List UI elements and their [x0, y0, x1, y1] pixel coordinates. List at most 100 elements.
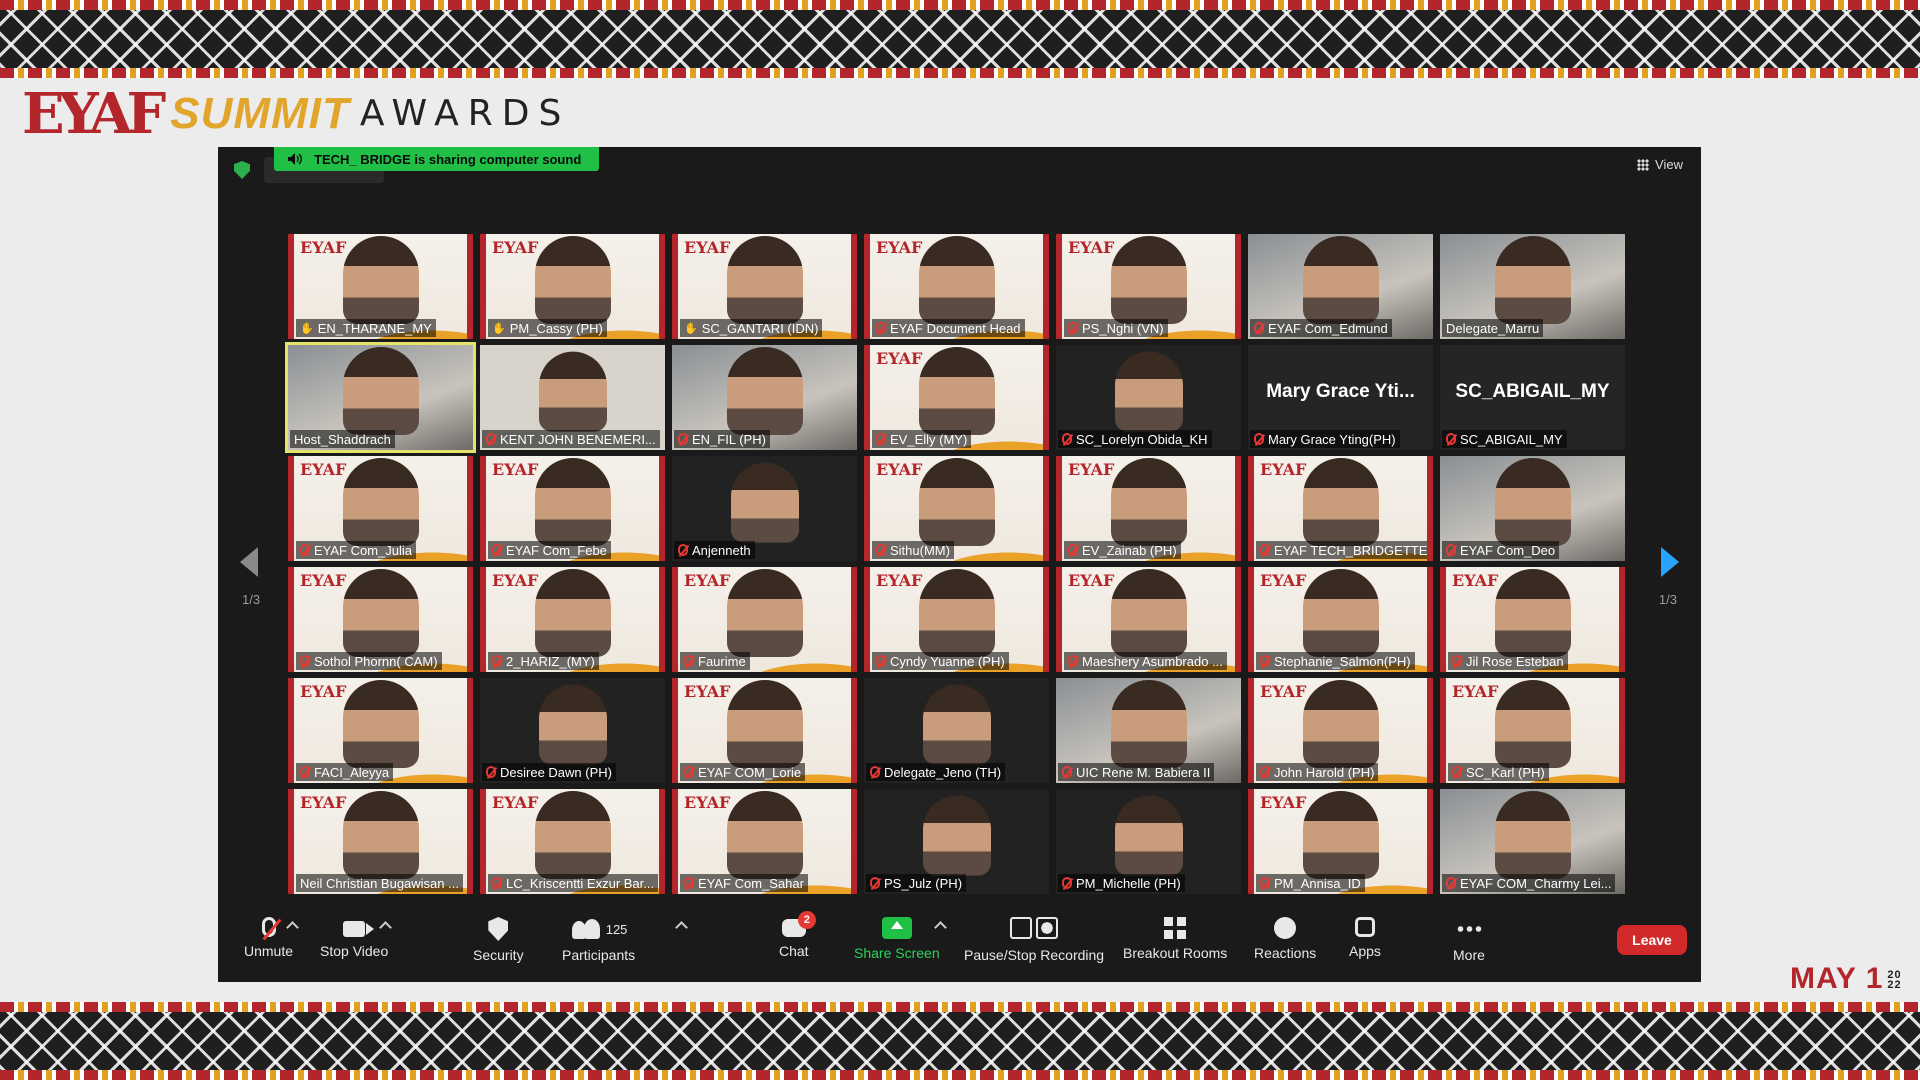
- security-button[interactable]: Security: [473, 917, 524, 963]
- participant-tile[interactable]: Maeshery Asumbrado ...: [1056, 567, 1241, 672]
- participant-tile[interactable]: Mary Grace Yti... Mary Grace Yting(PH): [1248, 345, 1433, 450]
- apps-button[interactable]: Apps: [1349, 917, 1381, 959]
- participant-tile[interactable]: SC_Lorelyn Obida_KH: [1056, 345, 1241, 450]
- previous-page-arrow-icon[interactable]: [240, 547, 258, 577]
- participant-name: Delegate_Marru: [1446, 320, 1540, 336]
- participant-video: [342, 679, 419, 768]
- participant-tile[interactable]: EYAF COM_Charmy Lei...: [1440, 789, 1625, 894]
- muted-mic-icon: [1260, 655, 1270, 667]
- encryption-shield-icon[interactable]: [234, 161, 250, 179]
- bottom-pattern-border: [0, 1002, 1920, 1080]
- breakout-rooms-button[interactable]: Breakout Rooms: [1123, 917, 1227, 961]
- leave-button[interactable]: Leave: [1617, 925, 1687, 955]
- participant-tile[interactable]: PM_Annisa_ID: [1248, 789, 1433, 894]
- chat-button[interactable]: 2 Chat: [779, 911, 816, 959]
- muted-mic-icon: [486, 766, 496, 778]
- participant-tile[interactable]: EYAF Com_Julia: [288, 456, 473, 561]
- participant-tile[interactable]: FACI_Aleyya: [288, 678, 473, 783]
- participant-tile[interactable]: EYAF COM_Lorie: [672, 678, 857, 783]
- participant-name-label: Stephanie_Salmon(PH): [1256, 652, 1415, 670]
- reactions-button[interactable]: Reactions: [1254, 917, 1316, 961]
- participant-video: [538, 684, 607, 765]
- muted-mic-icon: [684, 766, 694, 778]
- participant-name: EYAF Com_Edmund: [1268, 320, 1388, 336]
- more-button[interactable]: More: [1453, 917, 1485, 963]
- unmute-button[interactable]: Unmute: [244, 917, 293, 959]
- participant-tile[interactable]: PS_Nghi (VN): [1056, 234, 1241, 339]
- participant-tile[interactable]: SC_Karl (PH): [1440, 678, 1625, 783]
- muted-mic-icon: [1068, 544, 1078, 556]
- participant-name: John Harold (PH): [1274, 764, 1375, 780]
- participant-name: Desiree Dawn (PH): [500, 764, 612, 780]
- participant-tile[interactable]: Neil Christian Bugawisan ...: [288, 789, 473, 894]
- participant-tile[interactable]: ✋PM_Cassy (PH): [480, 234, 665, 339]
- page-indicator-right: 1/3: [1658, 592, 1677, 607]
- participant-video: [534, 568, 611, 657]
- stop-video-button[interactable]: Stop Video: [320, 917, 388, 959]
- participant-tile[interactable]: EYAF Com_Deo: [1440, 456, 1625, 561]
- participant-tile[interactable]: EYAF Com_Febe: [480, 456, 665, 561]
- participant-tile[interactable]: KENT JOHN BENEMERI...: [480, 345, 665, 450]
- participant-tile[interactable]: EYAF Com_Edmund: [1248, 234, 1433, 339]
- recording-label: Pause/Stop Recording: [964, 947, 1105, 963]
- pause-stop-recording-button[interactable]: Pause/Stop Recording: [964, 917, 1104, 963]
- participant-tile[interactable]: Desiree Dawn (PH): [480, 678, 665, 783]
- participant-tile[interactable]: PM_Michelle (PH): [1056, 789, 1241, 894]
- unmute-label: Unmute: [244, 943, 294, 959]
- participant-tile[interactable]: LC_Kriscentti Exzur Bar...: [480, 789, 665, 894]
- participant-name-label: Sithu(MM): [872, 541, 954, 559]
- muted-mic-icon: [486, 433, 496, 445]
- participant-tile[interactable]: ✋SC_GANTARI (IDN): [672, 234, 857, 339]
- participants-button[interactable]: 125 Participants: [562, 917, 635, 963]
- participant-name-label: Faurime: [680, 652, 750, 670]
- participants-options-caret-icon[interactable]: [675, 921, 688, 934]
- participant-tile[interactable]: Jil Rose Esteban: [1440, 567, 1625, 672]
- muted-mic-icon: [876, 322, 886, 334]
- share-screen-button[interactable]: Share Screen: [854, 917, 940, 961]
- grid-view-icon: [1637, 158, 1650, 171]
- participant-tile[interactable]: Cyndy Yuanne (PH): [864, 567, 1049, 672]
- participant-tile[interactable]: 2_HARIZ_(MY): [480, 567, 665, 672]
- participant-tile[interactable]: John Harold (PH): [1248, 678, 1433, 783]
- participant-name: 2_HARIZ_(MY): [506, 653, 595, 669]
- participant-tile[interactable]: Anjenneth: [672, 456, 857, 561]
- next-page-arrow-icon[interactable]: [1661, 547, 1679, 577]
- participant-tile[interactable]: EV_Zainab (PH): [1056, 456, 1241, 561]
- participant-video: [1114, 351, 1183, 432]
- participant-name: EN_FIL (PH): [692, 431, 766, 447]
- muted-mic-icon: [684, 877, 694, 889]
- participant-name: PM_Annisa_ID: [1274, 875, 1361, 891]
- participant-name-label: EYAF Com_Sahar: [680, 874, 808, 892]
- participant-tile[interactable]: Faurime: [672, 567, 857, 672]
- participant-tile[interactable]: Delegate_Jeno (TH): [864, 678, 1049, 783]
- participant-video: [726, 568, 803, 657]
- participant-video: [1494, 679, 1571, 768]
- view-button[interactable]: View: [1637, 157, 1683, 172]
- participant-tile[interactable]: Sothol Phornn( CAM): [288, 567, 473, 672]
- participant-tile[interactable]: EYAF Com_Sahar: [672, 789, 857, 894]
- participant-name: FACI_Aleyya: [314, 764, 390, 780]
- participant-tile[interactable]: Stephanie_Salmon(PH): [1248, 567, 1433, 672]
- muted-mic-icon: [261, 917, 276, 937]
- participant-tile[interactable]: Sithu(MM): [864, 456, 1049, 561]
- event-date-main: MAY 1: [1790, 962, 1884, 995]
- participant-name: EYAF Com_Julia: [314, 542, 413, 558]
- participant-tile[interactable]: EV_Elly (MY): [864, 345, 1049, 450]
- participant-name: Maeshery Asumbrado ...: [1082, 653, 1223, 669]
- participant-tile[interactable]: SC_ABIGAIL_MY SC_ABIGAIL_MY: [1440, 345, 1625, 450]
- participant-tile[interactable]: ✋EN_THARANE_MY: [288, 234, 473, 339]
- participant-name-label: PS_Julz (PH): [866, 874, 967, 892]
- participant-tile[interactable]: EYAF Document Head: [864, 234, 1049, 339]
- participant-name: EYAF TECH_BRIDGETTE: [1274, 542, 1428, 558]
- participant-name-label: Sothol Phornn( CAM): [296, 652, 442, 670]
- participant-tile[interactable]: Host_Shaddrach: [285, 342, 476, 453]
- participant-tile[interactable]: EN_FIL (PH): [672, 345, 857, 450]
- participant-tile[interactable]: Delegate_Marru: [1440, 234, 1625, 339]
- participant-tile[interactable]: PS_Julz (PH): [864, 789, 1049, 894]
- muted-mic-icon: [876, 433, 886, 445]
- participant-name: SC_ABIGAIL_MY: [1460, 431, 1563, 447]
- participant-tile[interactable]: EYAF TECH_BRIDGETTE: [1248, 456, 1433, 561]
- participant-name: Anjenneth: [692, 542, 751, 558]
- participant-tile[interactable]: UIC Rene M. Babiera II: [1056, 678, 1241, 783]
- view-label: View: [1655, 157, 1683, 172]
